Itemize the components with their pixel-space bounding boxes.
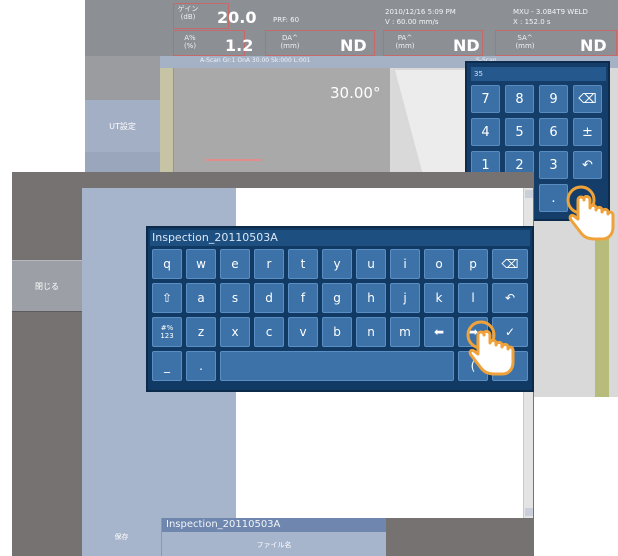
key[interactable]: u <box>356 249 386 279</box>
numpad-key[interactable]: 7 <box>471 85 500 113</box>
angle-readout: 30.00° <box>330 84 381 102</box>
key[interactable]: f <box>288 283 318 313</box>
save-button[interactable]: 保存 <box>82 518 162 556</box>
sign-key[interactable]: ± <box>573 118 602 146</box>
key[interactable]: n <box>356 317 386 347</box>
key[interactable]: e <box>220 249 250 279</box>
key[interactable]: y <box>322 249 352 279</box>
pa-value: ND <box>453 36 480 55</box>
a-pct-value: 1.2 <box>225 36 254 55</box>
numpad-key[interactable]: 8 <box>505 85 534 113</box>
key[interactable]: t <box>288 249 318 279</box>
key[interactable]: k <box>424 283 454 313</box>
datetime: 2010/12/16 5:09 PM <box>385 8 456 16</box>
period-key[interactable]: . <box>186 351 216 381</box>
key[interactable]: a <box>186 283 216 313</box>
decimal-key[interactable]: . <box>539 184 568 212</box>
key[interactable]: h <box>356 283 386 313</box>
key[interactable]: r <box>254 249 284 279</box>
key[interactable]: b <box>322 317 352 347</box>
key[interactable]: s <box>220 283 250 313</box>
key[interactable]: z <box>186 317 216 347</box>
key[interactable]: l <box>458 283 488 313</box>
symbols-key[interactable]: #% 123 <box>152 317 182 347</box>
key[interactable]: o <box>424 249 454 279</box>
numpad-key[interactable]: 4 <box>471 118 500 146</box>
filename-label: ファイル名 <box>256 541 292 549</box>
cursor-left-key[interactable]: ⬅ <box>424 317 454 347</box>
da-value: ND <box>340 36 367 55</box>
scroll-up-icon[interactable] <box>525 190 533 198</box>
ut-settings-button[interactable]: UT設定 <box>85 100 160 152</box>
key[interactable]: i <box>390 249 420 279</box>
backspace-key[interactable]: ⌫ <box>492 249 528 279</box>
key[interactable]: c <box>254 317 284 347</box>
close-button[interactable]: 閉じる <box>12 260 82 312</box>
filename-input[interactable]: Inspection_20110503A <box>162 518 386 532</box>
prf-readout: PRF: 60 <box>273 16 300 24</box>
left-column <box>85 56 160 100</box>
numpad-key[interactable]: 3 <box>539 151 568 179</box>
gate-line <box>205 159 261 161</box>
velocity: V : 60.00 mm/s <box>385 18 439 26</box>
key[interactable]: w <box>186 249 216 279</box>
shift-key[interactable]: ⇧ <box>152 283 182 313</box>
key[interactable]: p <box>458 249 488 279</box>
backspace-key[interactable]: ⌫ <box>573 85 602 113</box>
keyboard-input[interactable]: Inspection_20110503A <box>150 230 530 246</box>
numpad-key[interactable]: 9 <box>539 85 568 113</box>
gain-value[interactable]: 20.0 <box>217 8 256 27</box>
key[interactable]: j <box>390 283 420 313</box>
key[interactable]: g <box>322 283 352 313</box>
space-key[interactable] <box>220 351 454 381</box>
key[interactable]: v <box>288 317 318 347</box>
undo-key[interactable]: ↶ <box>492 283 528 313</box>
pa-label: PA^ (mm) <box>395 34 415 50</box>
x-value: X : 152.0 s <box>513 18 551 26</box>
ascan-title: A-Scan Gr:1 OnA 30.00 Sk:000 L:001 <box>200 57 311 64</box>
undo-key[interactable]: ↶ <box>573 151 602 179</box>
gain-label: ゲイン (dB) <box>177 5 199 21</box>
a-pct-label: A% (%) <box>183 34 197 50</box>
key[interactable]: q <box>152 249 182 279</box>
sa-value: ND <box>580 36 607 55</box>
key[interactable]: d <box>254 283 284 313</box>
da-label: DA^ (mm) <box>280 34 300 50</box>
scroll-down-icon[interactable] <box>525 508 533 516</box>
numpad-input[interactable]: 35 <box>471 67 606 81</box>
key[interactable]: m <box>390 317 420 347</box>
tap-hand-icon <box>466 320 515 376</box>
sa-label: SA^ (mm) <box>515 34 535 50</box>
underscore-key[interactable]: _ <box>152 351 182 381</box>
numpad-key[interactable]: 6 <box>539 118 568 146</box>
numpad-key[interactable]: 5 <box>505 118 534 146</box>
key[interactable]: x <box>220 317 250 347</box>
tap-hand-icon <box>566 185 615 241</box>
mode-label: MXU - 3.0B4T9 WELD <box>513 8 588 16</box>
